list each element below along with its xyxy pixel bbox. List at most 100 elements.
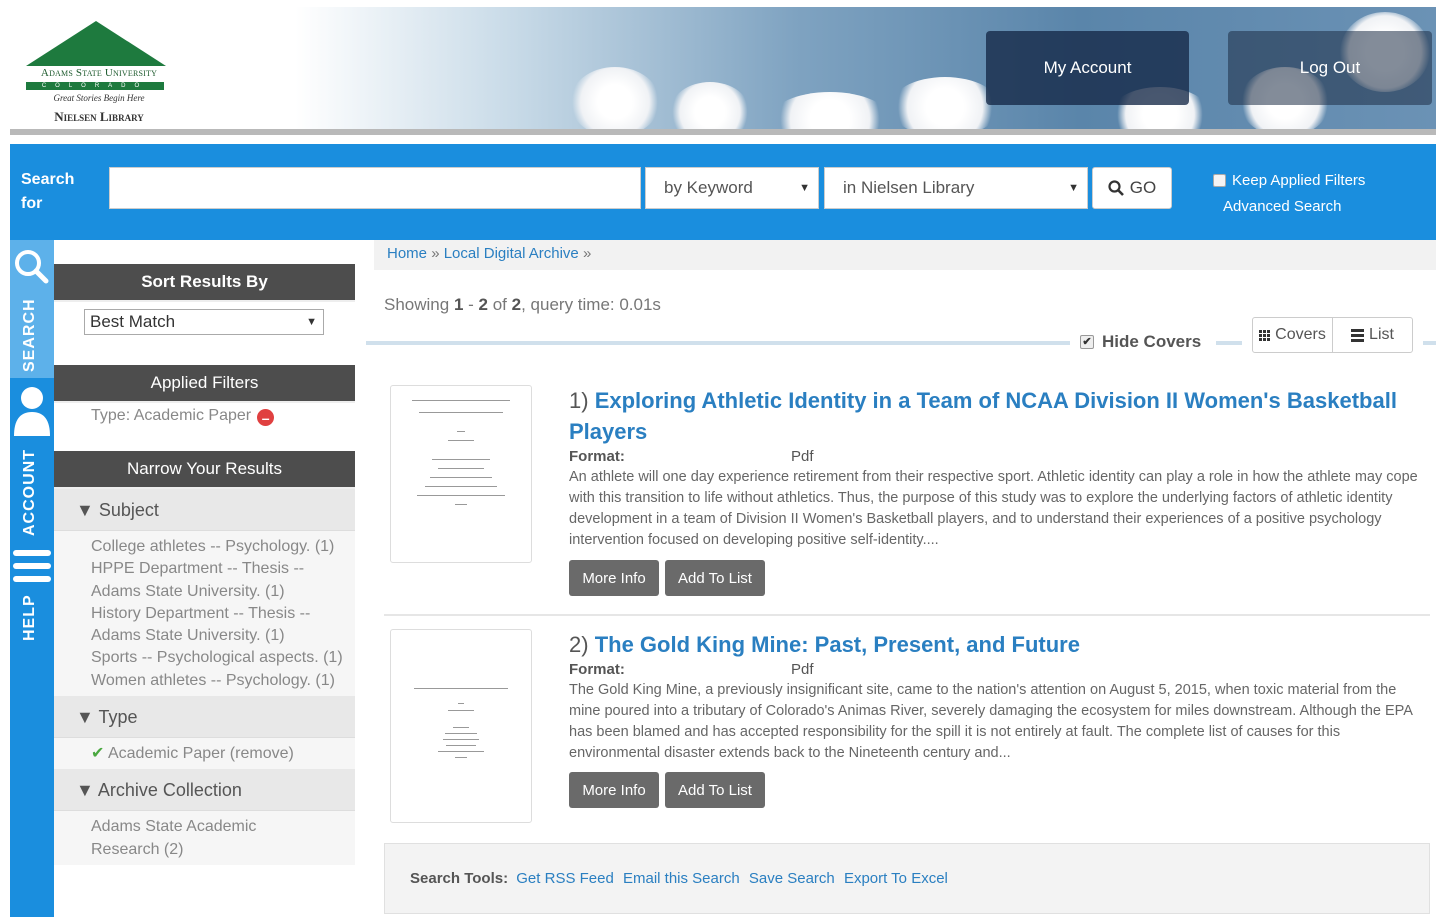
results-total: 2 bbox=[511, 295, 522, 314]
side-tab-help[interactable]: HELP bbox=[10, 538, 54, 648]
checkbox-checked-icon: ✔ bbox=[1080, 335, 1094, 349]
side-tab-account-label: ACCOUNT bbox=[21, 449, 38, 536]
more-info-button[interactable]: More Info bbox=[569, 560, 659, 596]
add-to-list-button[interactable]: Add To List bbox=[665, 772, 765, 808]
add-to-list-button[interactable]: Add To List bbox=[665, 560, 765, 596]
divider-line bbox=[1216, 341, 1242, 345]
sort-select[interactable]: Best Match ▼ bbox=[84, 309, 324, 335]
blossom-decoration bbox=[670, 82, 750, 135]
triangle-down-icon: ▼ bbox=[76, 707, 94, 728]
sort-select-value: Best Match bbox=[90, 312, 176, 331]
log-out-label: Log Out bbox=[1299, 58, 1361, 77]
result-title-link[interactable]: The Gold King Mine: Past, Present, and F… bbox=[595, 632, 1080, 657]
facet-archive-toggle[interactable]: ▼ Archive Collection bbox=[54, 769, 355, 812]
facet-subject-list: College athletes -- Psychology. (1) HPPE… bbox=[54, 531, 355, 697]
side-tab-search-label: SEARCH bbox=[21, 298, 38, 372]
logo-university-name: Adams State University bbox=[40, 67, 158, 79]
result-number: 2) bbox=[569, 632, 589, 657]
facet-archive-item[interactable]: Adams State Academic Research (2) bbox=[91, 816, 281, 861]
advanced-search-link[interactable]: Advanced Search bbox=[1223, 198, 1341, 215]
side-tab-search[interactable]: SEARCH bbox=[10, 240, 54, 378]
hide-covers-checkbox[interactable]: ✔ Hide Covers bbox=[1080, 332, 1201, 352]
narrow-results-heading: Narrow Your Results bbox=[54, 451, 355, 489]
hide-covers-label: Hide Covers bbox=[1102, 332, 1202, 351]
facet-type-title: Type bbox=[98, 707, 138, 728]
facet-subject-title: Subject bbox=[98, 500, 159, 520]
result-description: The Gold King Mine, a previously insigni… bbox=[569, 682, 1413, 761]
search-tools-label: Search Tools: bbox=[410, 870, 509, 887]
search-icon bbox=[15, 250, 49, 284]
result-separator bbox=[384, 614, 1430, 616]
log-out-button[interactable]: Log Out bbox=[1228, 31, 1432, 105]
result-title: 2) The Gold King Mine: Past, Present, an… bbox=[569, 629, 1419, 660]
logo-state: COLORADO bbox=[26, 82, 164, 90]
search-scope-select[interactable]: in Nielsen Library ▼ bbox=[824, 167, 1088, 209]
site-header: Adams State University COLORADO Great St… bbox=[10, 7, 1436, 135]
result-cover-thumbnail[interactable] bbox=[390, 385, 532, 563]
more-info-button[interactable]: More Info bbox=[569, 772, 659, 808]
list-icon bbox=[1351, 328, 1365, 342]
search-type-select[interactable]: by Keyword ▼ bbox=[645, 167, 819, 209]
result-format: Format: Pdf bbox=[569, 661, 814, 678]
university-logo[interactable]: Adams State University COLORADO Great St… bbox=[24, 21, 174, 131]
search-input[interactable] bbox=[109, 167, 641, 209]
facet-type-toggle[interactable]: ▼ Type bbox=[54, 696, 355, 739]
facet-subject-toggle[interactable]: ▼ Subject bbox=[54, 489, 355, 531]
checkbox-icon bbox=[1213, 174, 1226, 187]
blossom-decoration bbox=[890, 77, 1000, 135]
triangle-down-icon: ▼ bbox=[76, 500, 94, 520]
facet-archive-list: Adams State Academic Research (2) bbox=[54, 811, 355, 865]
view-toggle: Covers List bbox=[1252, 317, 1413, 353]
results-start: 1 bbox=[453, 295, 464, 314]
list-view-button[interactable]: List bbox=[1332, 318, 1412, 352]
my-account-button[interactable]: My Account bbox=[986, 31, 1189, 105]
result-item: 2) The Gold King Mine: Past, Present, an… bbox=[384, 629, 1430, 829]
facet-archive-title: Archive Collection bbox=[97, 780, 242, 801]
logo-tagline: Great Stories Begin Here bbox=[53, 93, 145, 103]
facet-type-item-label: Academic Paper (remove) bbox=[107, 745, 294, 763]
facet-type-item[interactable]: ✔ Academic Paper (remove) bbox=[91, 743, 355, 765]
result-title-link[interactable]: Exploring Athletic Identity in a Team of… bbox=[569, 388, 1397, 444]
query-time: , query time: 0.01s bbox=[521, 295, 661, 314]
facet-type-list: ✔ Academic Paper (remove) bbox=[54, 738, 355, 770]
export-excel-link[interactable]: Export To Excel bbox=[844, 870, 948, 887]
keep-filters-checkbox[interactable]: Keep Applied Filters bbox=[1213, 172, 1365, 189]
facet-subject-item[interactable]: History Department -- Thesis -- Adams St… bbox=[91, 603, 321, 648]
side-tab-help-label: HELP bbox=[21, 594, 38, 641]
remove-filter-icon[interactable]: – bbox=[257, 409, 275, 426]
breadcrumb-home-link[interactable]: Home bbox=[387, 245, 427, 262]
covers-view-button[interactable]: Covers bbox=[1253, 318, 1332, 352]
user-icon bbox=[14, 387, 50, 436]
results-end: 2 bbox=[478, 295, 488, 314]
save-search-link[interactable]: Save Search bbox=[749, 870, 835, 887]
result-number: 1) bbox=[569, 388, 589, 413]
facet-subject-item[interactable]: College athletes -- Psychology. (1) bbox=[91, 536, 355, 558]
my-account-label: My Account bbox=[1043, 58, 1132, 77]
breadcrumb-separator: » bbox=[431, 245, 440, 262]
applied-filters-heading: Applied Filters bbox=[54, 365, 355, 403]
search-tools-bar: Search Tools: Get RSS Feed Email this Se… bbox=[384, 843, 1430, 914]
search-label: Search for bbox=[21, 171, 75, 212]
blossom-decoration bbox=[570, 67, 660, 135]
result-cover-thumbnail[interactable] bbox=[390, 629, 532, 823]
side-tab-account[interactable]: ACCOUNT bbox=[10, 378, 54, 538]
breadcrumb-archive-link[interactable]: Local Digital Archive bbox=[444, 245, 579, 262]
email-search-link[interactable]: Email this Search bbox=[623, 870, 740, 887]
facet-subject-item[interactable]: HPPE Department -- Thesis -- Adams State… bbox=[91, 558, 321, 603]
facet-subject-item[interactable]: Sports -- Psychological aspects. (1) bbox=[91, 647, 355, 669]
keep-filters-label: Keep Applied Filters bbox=[1232, 172, 1366, 189]
format-value: Pdf bbox=[791, 661, 814, 678]
applied-filter-label: Type: Academic Paper bbox=[91, 407, 252, 424]
result-item: 1) Exploring Athletic Identity in a Team… bbox=[384, 385, 1430, 605]
grid-icon bbox=[1259, 329, 1271, 341]
applied-filter-item: Type: Academic Paper – bbox=[54, 403, 355, 451]
dropdown-arrow-icon: ▼ bbox=[799, 182, 810, 194]
checkmark-icon: ✔ bbox=[91, 745, 105, 763]
search-icon bbox=[1108, 180, 1124, 196]
rss-feed-link[interactable]: Get RSS Feed bbox=[516, 870, 614, 887]
search-go-button[interactable]: GO bbox=[1092, 167, 1172, 209]
facet-subject-item[interactable]: Women athletes -- Psychology. (1) bbox=[91, 670, 355, 692]
covers-view-label: Covers bbox=[1275, 326, 1326, 343]
divider-line bbox=[1423, 341, 1436, 345]
format-label: Format: bbox=[569, 448, 625, 465]
